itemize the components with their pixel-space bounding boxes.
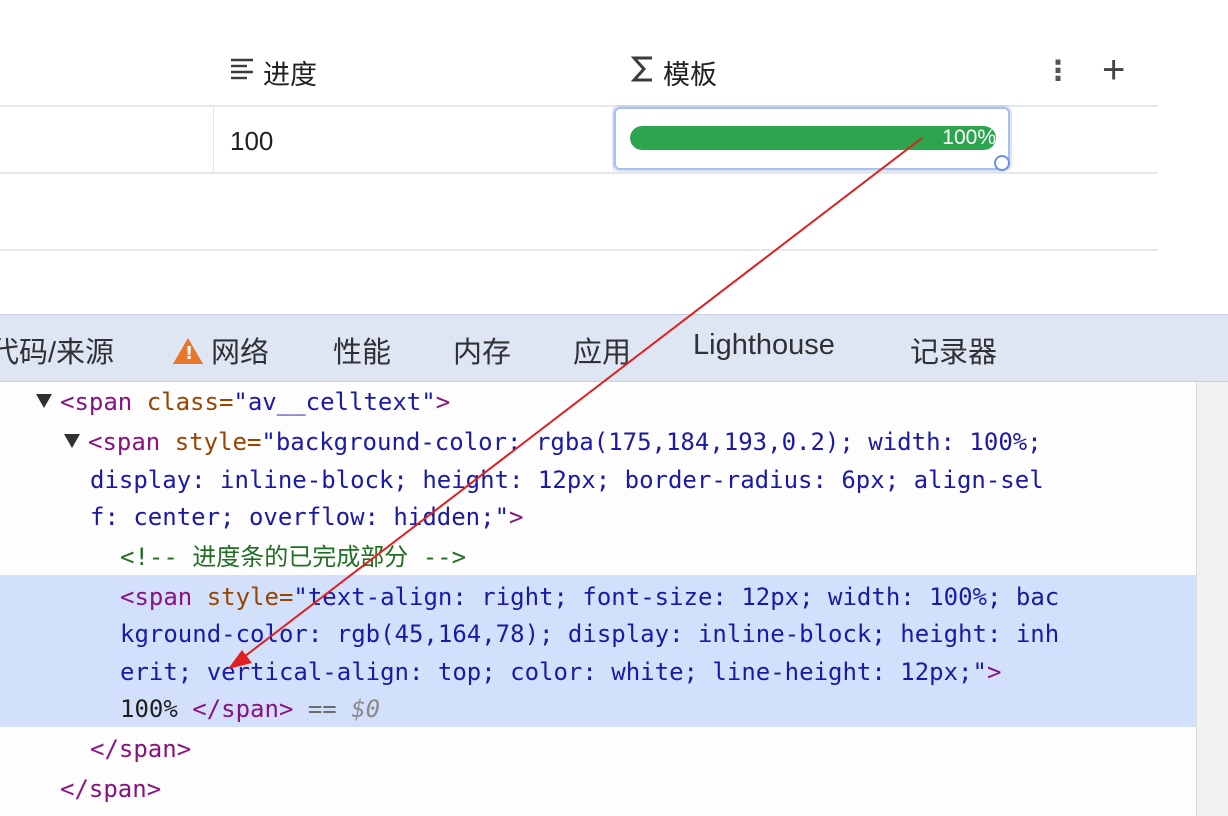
tab-application[interactable]: 应用 [573, 329, 631, 371]
tab-memory[interactable]: 内存 [453, 329, 511, 371]
tab-sources[interactable]: 代码/来源 [0, 329, 114, 371]
column-header-label: 进度 [263, 59, 317, 90]
tag-end: > [509, 503, 524, 531]
tree-node-continued: erit; vertical-align: top; color: white;… [120, 654, 1001, 690]
closing-tag: </span> [60, 775, 162, 803]
sigma-icon [630, 55, 655, 90]
tab-lighthouse[interactable]: Lighthouse [693, 329, 835, 362]
column-header-template[interactable]: 模板 [630, 52, 717, 92]
tree-node-continued: display: inline-block; height: 12px; bor… [90, 462, 1044, 498]
attr-value: kground-color: rgb(45,164,78); display: … [120, 620, 1060, 648]
tree-node-continued: kground-color: rgb(45,164,78); display: … [120, 616, 1059, 652]
attribute-view-table: 进度 模板 ⋮ + 100 100% [0, 0, 1228, 314]
comment-node[interactable]: <!-- 进度条的已完成部分 --> [120, 539, 466, 575]
closing-tag: </span> [90, 735, 192, 763]
text-align-icon [229, 56, 255, 89]
tree-node-text: 100% </span> == $0 [120, 691, 380, 727]
tag-name: <span [60, 388, 147, 416]
tab-recorder[interactable]: 记录器 [910, 329, 997, 371]
attr-value: erit; vertical-align: top; color: white;… [120, 658, 987, 686]
column-header-label: 模板 [663, 59, 717, 90]
divider [0, 249, 1158, 251]
closing-tag-node[interactable]: </span> [60, 771, 161, 807]
tree-node-continued: f: center; overflow: hidden;"> [90, 499, 523, 535]
selected-tree-node[interactable]: <span style="text-align: right; font-siz… [120, 579, 1059, 615]
tag-name: <span [88, 428, 175, 456]
warning-icon [173, 338, 203, 364]
devtools-panel: 代码/来源 网络 性能 内存 应用 Lighthouse 记录器 <span c… [0, 314, 1228, 816]
template-cell[interactable]: 100% [614, 107, 1010, 170]
progress-bar-track: 100% [630, 126, 996, 150]
progress-bar-label: 100% [942, 126, 996, 149]
tag-end: > [986, 658, 1002, 686]
devtools-tabbar: 代码/来源 网络 性能 内存 应用 Lighthouse 记录器 [0, 314, 1228, 382]
attr-name: style= [174, 428, 262, 456]
closing-tag-node[interactable]: </span> [90, 731, 191, 767]
progress-cell-value[interactable]: 100 [230, 126, 273, 157]
tree-node[interactable]: <span style="background-color: rgba(175,… [64, 424, 1042, 460]
more-options-icon[interactable]: ⋮ [1044, 54, 1072, 87]
expand-triangle-icon[interactable] [36, 394, 52, 408]
comment-text: <!-- 进度条的已完成部分 --> [120, 543, 467, 571]
closing-tag: </span> [192, 695, 294, 723]
expand-triangle-icon[interactable] [64, 434, 80, 448]
attr-value: display: inline-block; height: 12px; bor… [90, 466, 1044, 494]
tree-node[interactable]: <span class="av__celltext"> [36, 384, 450, 420]
attr-value: "av__celltext" [233, 388, 436, 416]
equals-marker: == [293, 695, 352, 723]
progress-bar-fill: 100% [630, 126, 996, 150]
column-divider [213, 106, 214, 172]
attr-name: style= [206, 583, 294, 611]
tag-end: > [435, 388, 451, 416]
tab-performance[interactable]: 性能 [333, 329, 391, 371]
console-ref: $0 [351, 695, 381, 723]
add-column-icon[interactable]: + [1102, 48, 1125, 93]
cell-resize-handle[interactable] [994, 155, 1010, 171]
node-text: 100% [120, 695, 193, 723]
divider [0, 172, 1158, 174]
column-header-progress[interactable]: 进度 [229, 52, 317, 92]
scrollbar[interactable] [1196, 382, 1228, 816]
attr-value: f: center; overflow: hidden;" [90, 503, 510, 531]
attr-value: "text-align: right; font-size: 12px; wid… [293, 583, 1060, 611]
tab-network[interactable]: 网络 [173, 329, 269, 371]
attr-name: class= [146, 388, 234, 416]
tab-label: 网络 [211, 337, 270, 369]
tag-name: <span [120, 583, 207, 611]
attr-value: "background-color: rgba(175,184,193,0.2)… [261, 428, 1042, 456]
